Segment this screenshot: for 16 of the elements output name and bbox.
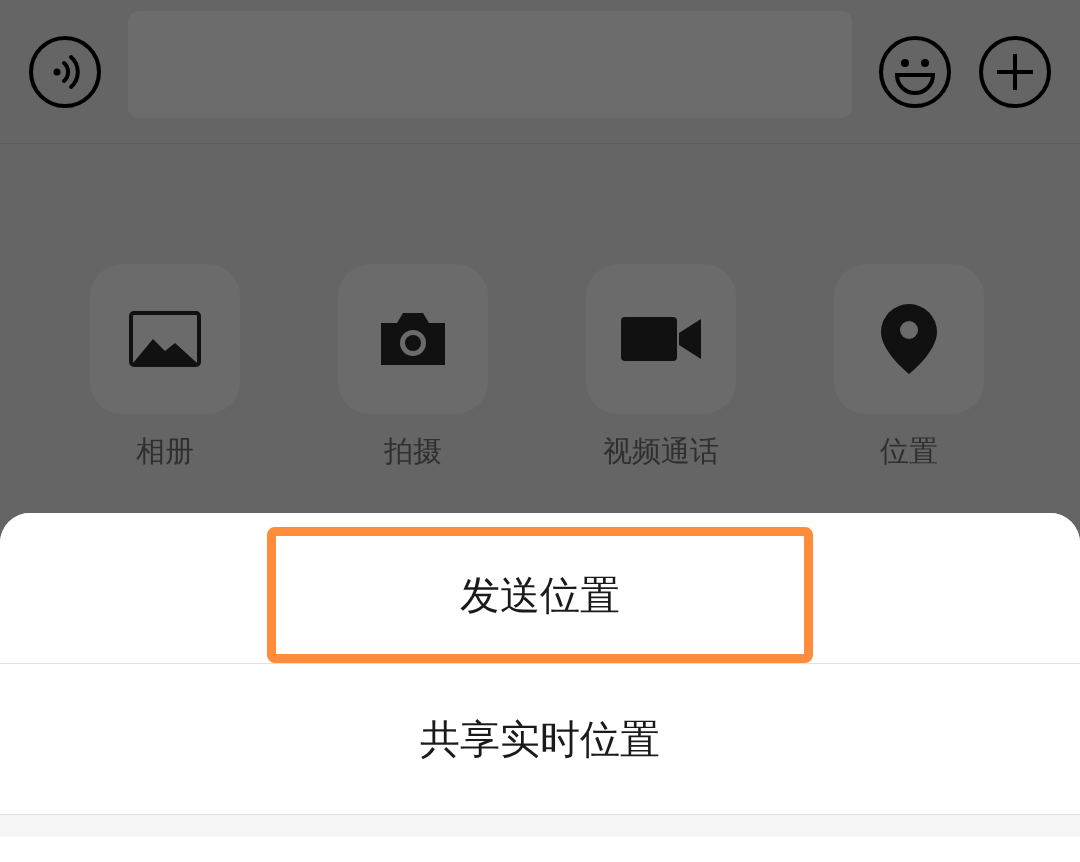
option-label: 共享实时位置 [420,714,660,764]
plus-icon [978,34,1052,109]
panel-tile[interactable] [90,264,240,414]
emoji-icon [878,34,952,109]
picture-icon [129,311,201,367]
panel-tile[interactable] [338,264,488,414]
plus-button[interactable] [978,34,1052,109]
highlight-frame: 发送位置 [267,527,813,663]
panel-tile[interactable] [586,264,736,414]
sheet-option[interactable]: 发送位置 [0,513,1080,664]
emoji-button[interactable] [878,34,952,109]
panel-tile[interactable] [834,264,984,414]
map-pin-icon [881,304,937,374]
voice-button[interactable] [28,34,102,109]
voice-icon [28,34,102,109]
video-camera-icon [621,317,701,361]
